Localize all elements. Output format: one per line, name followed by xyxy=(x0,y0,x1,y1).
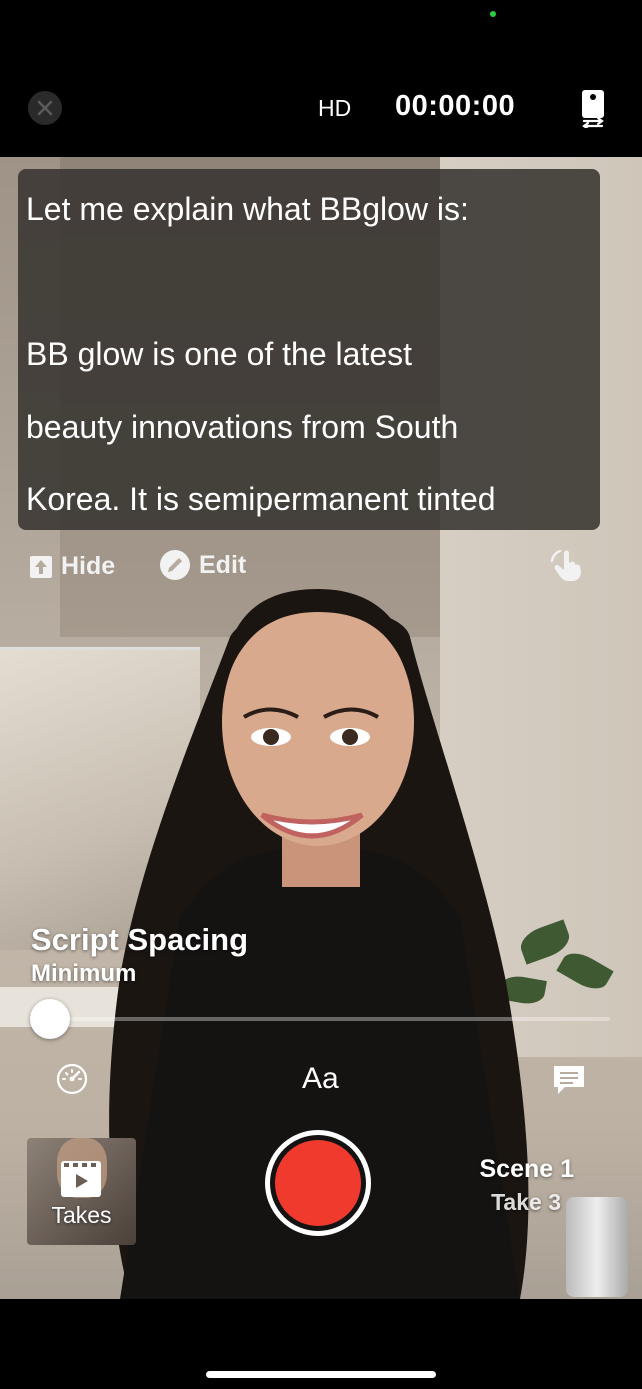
close-button[interactable] xyxy=(28,91,62,125)
home-indicator[interactable] xyxy=(206,1371,436,1378)
camera-in-use-indicator xyxy=(490,11,496,17)
script-spacing-value: Minimum xyxy=(31,960,137,987)
teleprompter-script[interactable]: Let me explain what BBglow is: BB glow i… xyxy=(18,169,600,530)
scene-label[interactable]: Scene 1 xyxy=(430,1155,574,1184)
flip-camera-button[interactable] xyxy=(578,88,608,131)
hide-script-button[interactable]: Hide xyxy=(29,552,115,581)
script-spacing-slider[interactable] xyxy=(50,1017,610,1021)
font-size-button[interactable]: Aa xyxy=(302,1062,339,1096)
script-spacing-title: Script Spacing xyxy=(31,922,249,957)
edit-pencil-icon xyxy=(160,550,190,580)
speedometer-icon xyxy=(56,1063,88,1095)
top-bar: HD 00:00:00 xyxy=(0,0,642,157)
script-line: beauty innovations from South xyxy=(26,409,459,445)
touch-scroll-button[interactable] xyxy=(548,549,586,588)
record-icon xyxy=(275,1140,361,1226)
film-play-icon xyxy=(61,1161,101,1197)
script-line: Let me explain what BBglow is: xyxy=(26,191,469,227)
edit-script-button[interactable]: Edit xyxy=(159,549,246,581)
script-toggle-button[interactable] xyxy=(551,1063,587,1102)
hide-arrow-icon xyxy=(30,555,52,578)
scroll-speed-button[interactable] xyxy=(55,1062,89,1101)
script-line: BB glow is one of the latest xyxy=(26,336,412,372)
recording-timer: 00:00:00 xyxy=(395,90,516,122)
speech-bubble-icon xyxy=(554,1066,584,1094)
edit-label: Edit xyxy=(199,550,247,579)
script-line: Korea. It is semipermanent tinted xyxy=(26,481,496,517)
video-quality-button[interactable]: HD xyxy=(318,95,351,122)
takes-button[interactable]: Takes xyxy=(27,1138,136,1245)
slider-thumb[interactable] xyxy=(30,999,70,1039)
record-button[interactable] xyxy=(265,1130,371,1236)
close-icon xyxy=(37,100,53,116)
take-label: Take 3 xyxy=(491,1189,561,1215)
camera-preview[interactable]: Let me explain what BBglow is: BB glow i… xyxy=(0,157,642,1299)
hand-tap-icon xyxy=(550,549,581,581)
flip-camera-icon xyxy=(582,90,604,131)
hide-label: Hide xyxy=(61,552,116,580)
takes-label: Takes xyxy=(51,1202,112,1228)
